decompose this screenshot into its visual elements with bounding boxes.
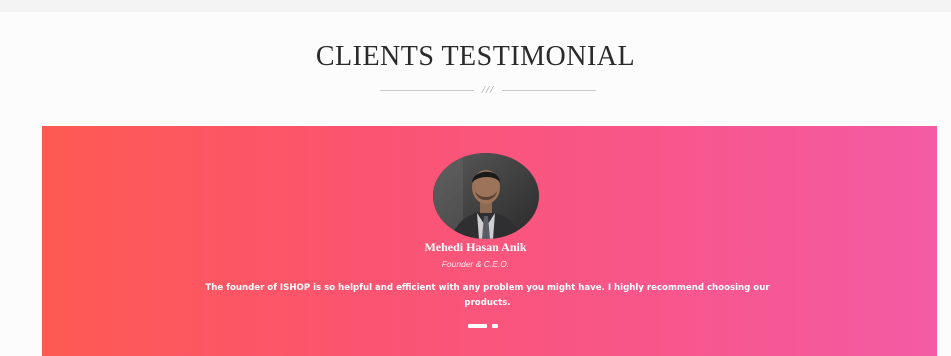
top-strip	[0, 0, 951, 12]
testimonial-page: CLIENTS TESTIMONIAL /// Mehedi Hasan Ani…	[0, 0, 951, 356]
carousel-pagination	[468, 323, 498, 329]
carousel-dot-1[interactable]	[468, 324, 487, 328]
divider-line-left	[379, 89, 474, 91]
avatar	[433, 153, 539, 239]
testimonial-author-name: Mehedi Hasan Anik	[424, 240, 527, 254]
section-title: CLIENTS TESTIMONIAL	[315, 41, 636, 72]
person-photo-icon	[433, 153, 539, 239]
divider-slashes: ///	[481, 84, 495, 96]
divider-line-right	[502, 89, 597, 91]
testimonial-quote: The founder of ISHOP is so helpful and e…	[205, 283, 770, 308]
carousel-dot-2[interactable]	[492, 324, 498, 328]
testimonial-author-role: Founder & C.E.O.	[441, 259, 510, 269]
title-divider: ///	[369, 84, 607, 96]
